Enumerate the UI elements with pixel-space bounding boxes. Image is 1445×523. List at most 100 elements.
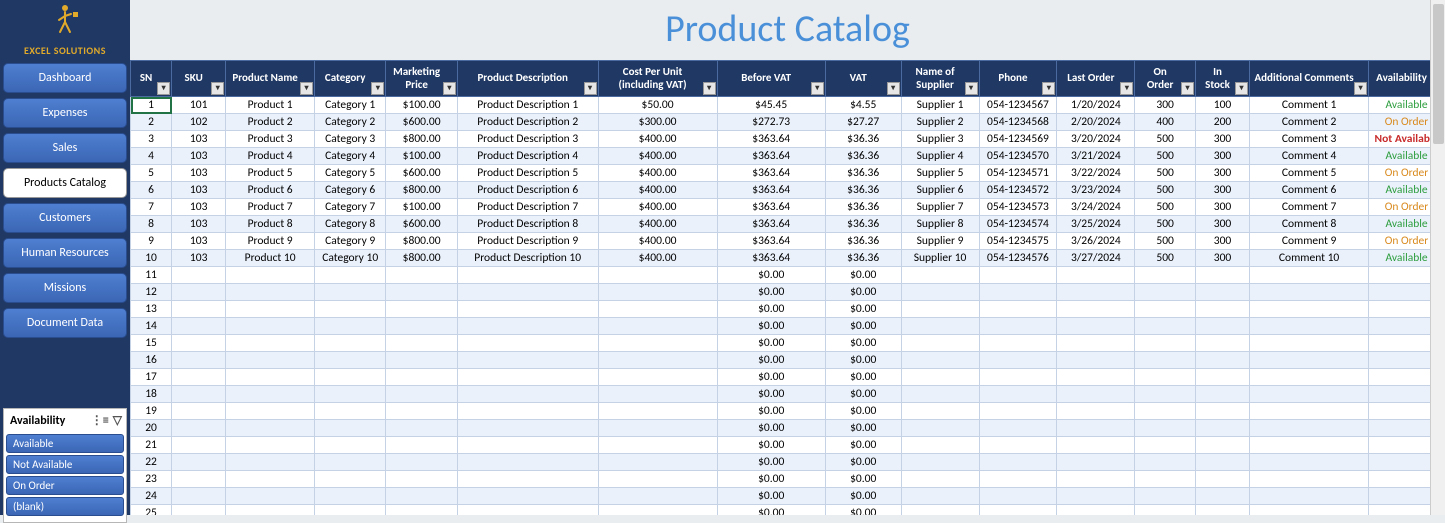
cell-cat[interactable]: Category 4 [314,148,385,165]
cell-onorder[interactable]: 300 [1135,97,1196,114]
cell-cat[interactable]: Category 5 [314,165,385,182]
cell-vat[interactable]: $0.00 [825,352,901,369]
nav-sales[interactable]: Sales [3,133,127,163]
filter-dropdown-cpu[interactable]: ▾ [703,82,716,95]
cell-name[interactable]: Product 8 [226,216,315,233]
col-header-vat[interactable]: VAT▾ [825,61,901,97]
cell-name[interactable]: Product 7 [226,199,315,216]
cell-supplier[interactable] [901,488,979,505]
vertical-scrollbar[interactable] [1430,0,1445,515]
cell-sn[interactable]: 20 [131,420,172,437]
cell-name[interactable]: Product 10 [226,250,315,267]
cell-vat[interactable]: $36.36 [825,131,901,148]
cell-sku[interactable]: 103 [172,233,226,250]
cell-onorder[interactable] [1135,284,1196,301]
filter-dropdown-lorder[interactable]: ▾ [1120,82,1133,95]
filter-dropdown-desc[interactable]: ▾ [584,82,597,95]
cell-supplier[interactable]: Supplier 2 [901,114,979,131]
cell-comments[interactable]: Comment 1 [1250,97,1369,114]
cell-lorder[interactable] [1057,301,1135,318]
cell-phone[interactable] [979,420,1057,437]
cell-onorder[interactable] [1135,454,1196,471]
cell-cpu[interactable]: $400.00 [598,148,717,165]
cell-instock[interactable] [1195,403,1249,420]
cell-sku[interactable] [172,420,226,437]
cell-supplier[interactable]: Supplier 8 [901,216,979,233]
cell-comments[interactable]: Comment 4 [1250,148,1369,165]
cell-desc[interactable] [457,267,598,284]
scrollbar-thumb[interactable] [1433,4,1444,144]
cell-bvat[interactable]: $0.00 [717,352,825,369]
cell-sku[interactable]: 103 [172,182,226,199]
cell-sku[interactable] [172,318,226,335]
cell-cpu[interactable] [598,284,717,301]
cell-name[interactable]: Product 5 [226,165,315,182]
cell-desc[interactable]: Product Description 5 [457,165,598,182]
cell-cat[interactable]: Category 10 [314,250,385,267]
cell-sn[interactable]: 16 [131,352,172,369]
cell-comments[interactable] [1250,437,1369,454]
cell-desc[interactable] [457,301,598,318]
cell-instock[interactable] [1195,420,1249,437]
cell-cpu[interactable]: $400.00 [598,165,717,182]
cell-vat[interactable]: $0.00 [825,301,901,318]
cell-cpu[interactable] [598,437,717,454]
cell-vat[interactable]: $0.00 [825,386,901,403]
cell-mprice[interactable] [386,488,457,505]
cell-phone[interactable] [979,301,1057,318]
cell-phone[interactable] [979,386,1057,403]
cell-lorder[interactable] [1057,267,1135,284]
cell-name[interactable] [226,454,315,471]
cell-mprice[interactable] [386,420,457,437]
cell-vat[interactable]: $0.00 [825,420,901,437]
cell-comments[interactable] [1250,352,1369,369]
cell-phone[interactable] [979,505,1057,516]
cell-cat[interactable] [314,301,385,318]
cell-instock[interactable] [1195,335,1249,352]
cell-sku[interactable]: 101 [172,97,226,114]
cell-instock[interactable]: 300 [1195,165,1249,182]
cell-mprice[interactable] [386,403,457,420]
cell-name[interactable]: Product 6 [226,182,315,199]
cell-onorder[interactable] [1135,369,1196,386]
cell-bvat[interactable]: $0.00 [717,420,825,437]
cell-sn[interactable]: 13 [131,301,172,318]
cell-cat[interactable] [314,420,385,437]
cell-desc[interactable]: Product Description 2 [457,114,598,131]
cell-supplier[interactable] [901,403,979,420]
cell-comments[interactable] [1250,335,1369,352]
cell-comments[interactable] [1250,284,1369,301]
cell-lorder[interactable] [1057,505,1135,516]
cell-sku[interactable] [172,386,226,403]
cell-name[interactable] [226,488,315,505]
cell-mprice[interactable] [386,318,457,335]
cell-cat[interactable] [314,386,385,403]
cell-desc[interactable] [457,284,598,301]
cell-mprice[interactable]: $600.00 [386,114,457,131]
nav-customers[interactable]: Customers [3,203,127,233]
cell-bvat[interactable]: $363.64 [717,250,825,267]
cell-vat[interactable]: $0.00 [825,454,901,471]
col-header-phone[interactable]: Phone▾ [979,61,1057,97]
cell-supplier[interactable]: Supplier 4 [901,148,979,165]
cell-comments[interactable] [1250,505,1369,516]
cell-phone[interactable]: 054-1234567 [979,97,1057,114]
cell-vat[interactable]: $0.00 [825,284,901,301]
cell-instock[interactable] [1195,386,1249,403]
cell-supplier[interactable] [901,386,979,403]
cell-desc[interactable] [457,386,598,403]
cell-supplier[interactable] [901,352,979,369]
cell-phone[interactable] [979,284,1057,301]
cell-desc[interactable]: Product Description 10 [457,250,598,267]
cell-sku[interactable] [172,488,226,505]
cell-cat[interactable]: Category 1 [314,97,385,114]
cell-name[interactable] [226,437,315,454]
filter-dropdown-mprice[interactable]: ▾ [443,82,456,95]
cell-lorder[interactable] [1057,386,1135,403]
cell-name[interactable] [226,420,315,437]
cell-bvat[interactable]: $363.64 [717,148,825,165]
cell-sn[interactable]: 5 [131,165,172,182]
cell-name[interactable]: Product 1 [226,97,315,114]
cell-instock[interactable] [1195,369,1249,386]
cell-comments[interactable]: Comment 6 [1250,182,1369,199]
